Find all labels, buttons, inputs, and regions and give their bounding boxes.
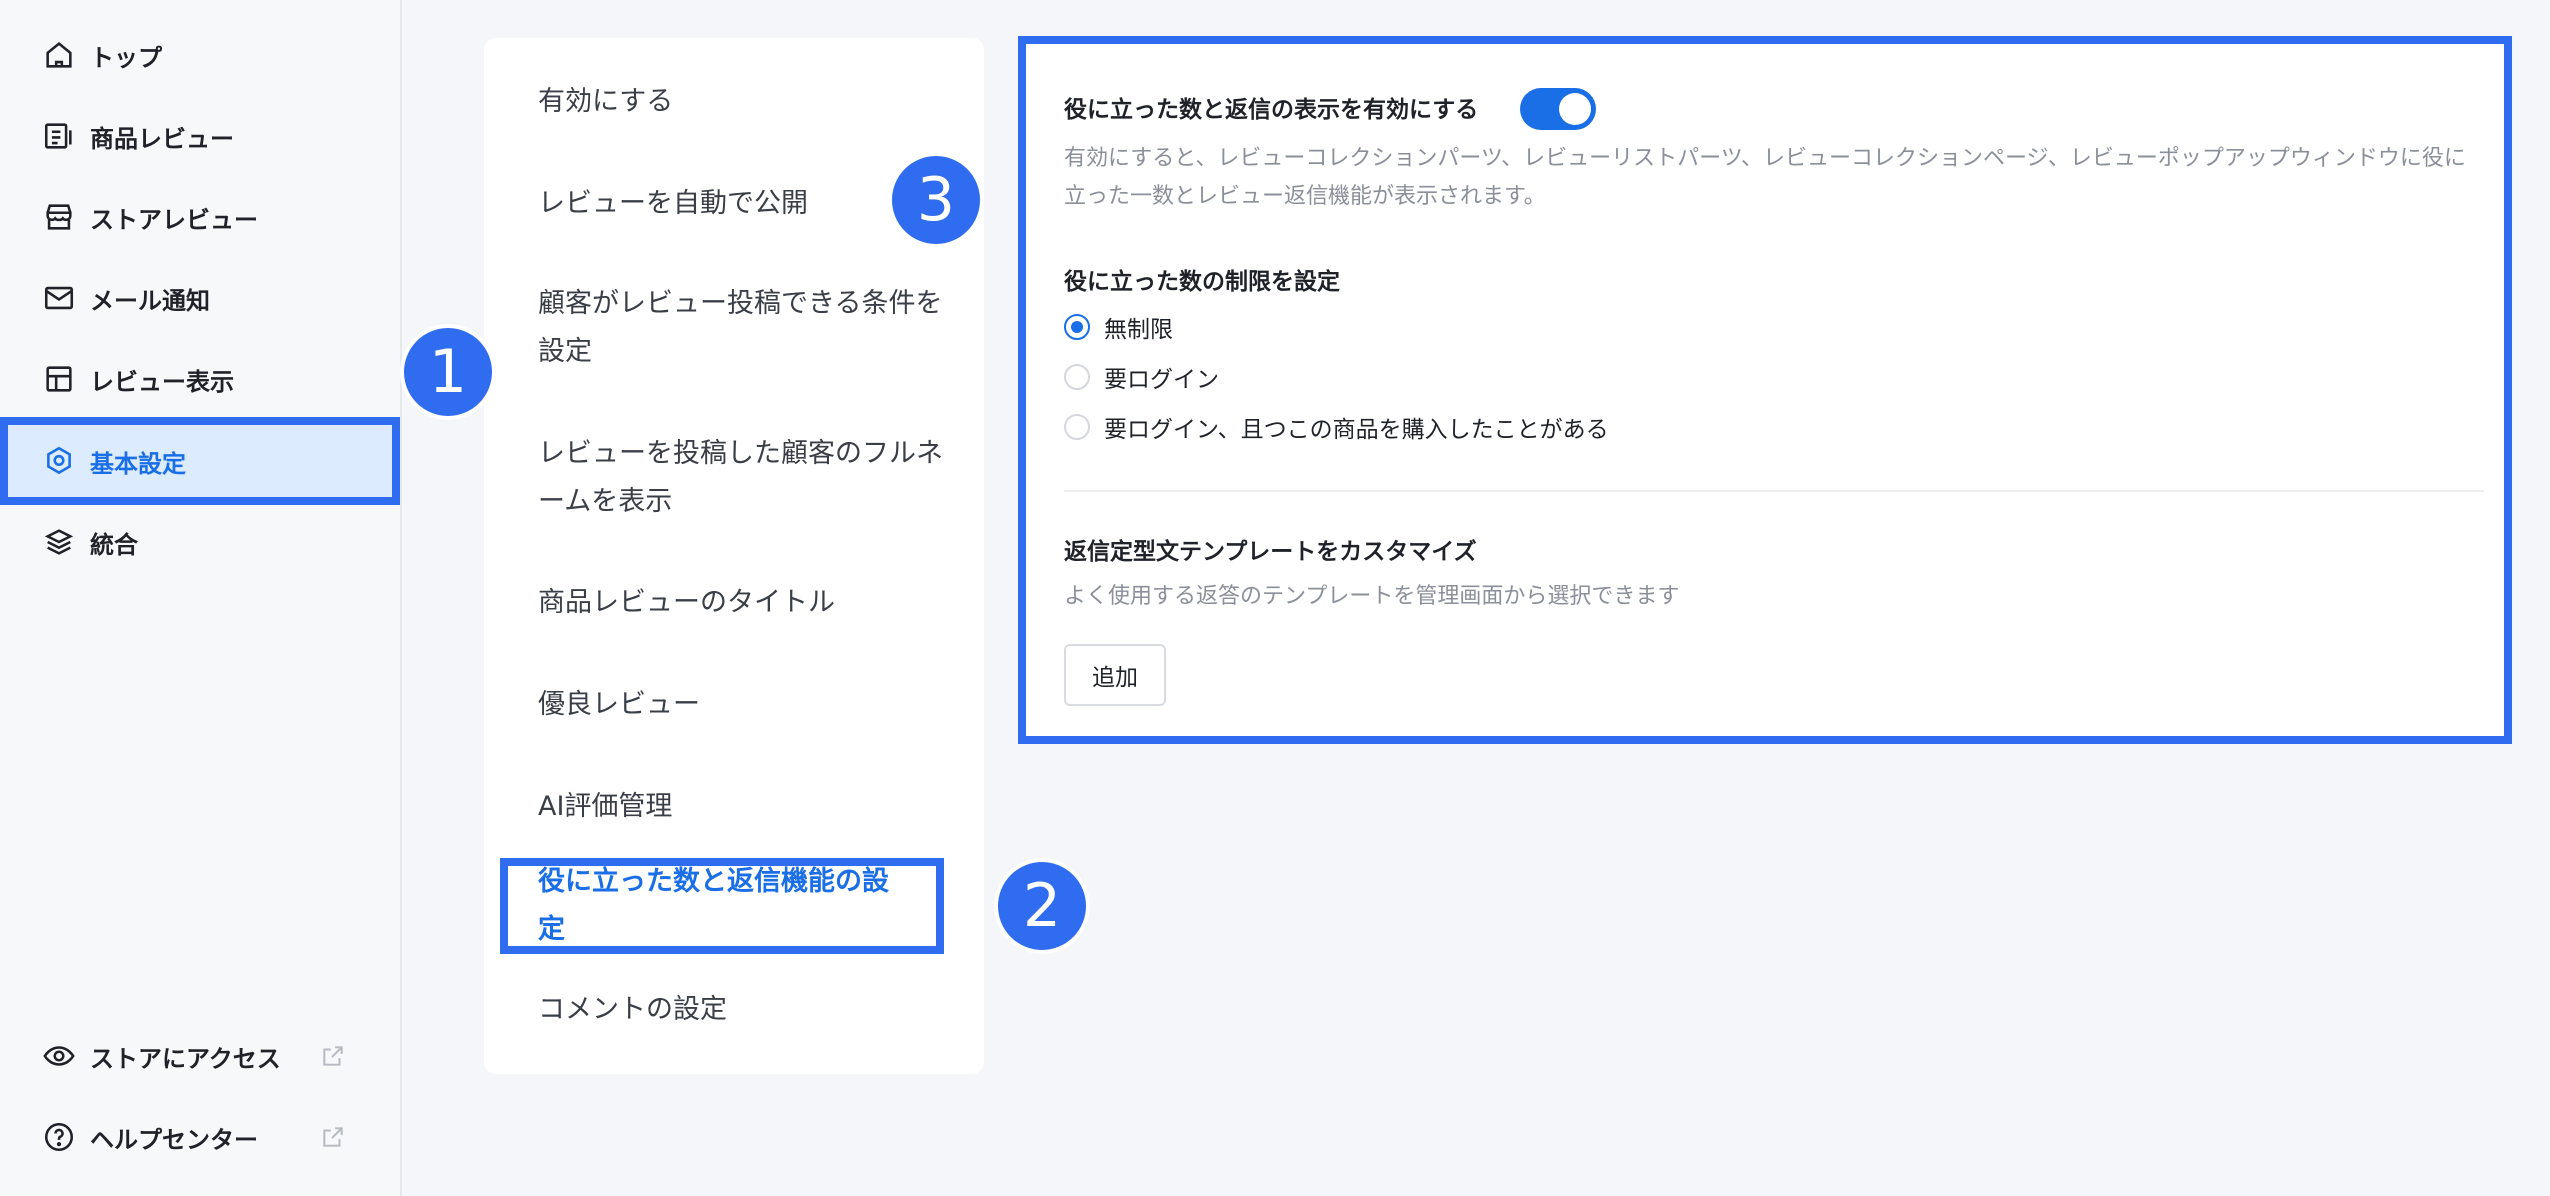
radio-button[interactable]	[1064, 364, 1090, 390]
enable-description: 有効にすると、レビューコレクションパーツ、レビューリストパーツ、レビューコレクシ…	[1064, 146, 2466, 209]
settings-icon	[47, 446, 71, 475]
template-description: よく使用する返答のテンプレートを管理画面から選択できます	[1064, 584, 1680, 609]
sidebar-item-label: ヘルプセンター	[90, 1125, 258, 1154]
radio-login-and-purchase[interactable]: 要ログイン、且つこの商品を購入したことがある	[1064, 410, 1609, 444]
menu-item-post-conditions[interactable]: 顧客がレビュー投稿できる条件を設定	[484, 280, 984, 376]
external-link-icon	[323, 1046, 343, 1066]
sidebar-item-mail[interactable]: メール通知	[0, 258, 402, 338]
radio-login-required[interactable]: 要ログイン	[1064, 360, 1219, 394]
sidebar-item-product-review[interactable]: 商品レビュー	[0, 96, 402, 176]
step-badge-3: 3	[888, 152, 984, 248]
divider	[1064, 490, 2484, 492]
sidebar-item-top[interactable]: トップ	[0, 15, 402, 95]
external-link-icon	[323, 1127, 343, 1147]
radio-unlimited[interactable]: 無制限	[1064, 310, 1173, 344]
menu-item-full-name[interactable]: レビューを投稿した顧客のフルネームを表示	[484, 430, 984, 526]
step-badge-2: 2	[994, 858, 1090, 954]
sidebar-item-review-display[interactable]: レビュー表示	[0, 339, 402, 419]
sidebar-item-label: 統合	[90, 530, 138, 559]
home-icon	[46, 42, 72, 68]
sidebar-item-label: 基本設定	[90, 449, 186, 478]
radio-label: 要ログイン、且つこの商品を購入したことがある	[1104, 417, 1609, 443]
layers-icon	[44, 529, 74, 555]
menu-item-ai-rating[interactable]: AI評価管理	[484, 783, 984, 831]
sidebar-item-integration[interactable]: 統合	[0, 502, 402, 582]
template-title: 返信定型文テンプレートをカスタマイズ	[1064, 539, 1477, 565]
radio-button[interactable]	[1064, 414, 1090, 440]
menu-item-comment-settings[interactable]: コメントの設定	[484, 986, 984, 1034]
sidebar-item-help-center[interactable]: ヘルプセンター	[0, 1097, 402, 1177]
radio-label: 無制限	[1104, 317, 1173, 343]
layout-icon	[46, 366, 72, 392]
store-icon	[46, 204, 72, 230]
enable-title: 役に立った数と返信の表示を有効にする	[1064, 97, 1479, 123]
add-template-button[interactable]: 追加	[1064, 644, 1166, 706]
product-review-icon	[44, 123, 72, 149]
step-badge-1: 1	[400, 324, 496, 420]
eye-icon	[43, 1046, 75, 1066]
radio-button[interactable]	[1064, 314, 1090, 340]
sidebar-item-label: ストアレビュー	[90, 205, 258, 234]
menu-item-excellent-review[interactable]: 優良レビュー	[484, 681, 984, 729]
mail-icon	[44, 286, 74, 310]
sidebar: トップ 商品レビュー ストアレビュー メール通知 レビュー表示 基本設定 統合 …	[0, 0, 402, 1196]
limit-title: 役に立った数の制限を設定	[1064, 269, 1340, 295]
sidebar-item-label: メール通知	[90, 286, 210, 315]
sidebar-item-label: 商品レビュー	[90, 124, 234, 153]
menu-item-review-title[interactable]: 商品レビューのタイトル	[484, 579, 984, 627]
sidebar-item-store-access[interactable]: ストアにアクセス	[0, 1016, 402, 1096]
sidebar-item-store-review[interactable]: ストアレビュー	[0, 177, 402, 257]
menu-item-enable[interactable]: 有効にする	[484, 78, 984, 126]
sidebar-item-label: レビュー表示	[90, 367, 234, 396]
radio-label: 要ログイン	[1104, 367, 1219, 393]
enable-toggle[interactable]	[1520, 88, 1596, 130]
helpful-reply-settings-panel: 役に立った数と返信の表示を有効にする 有効にすると、レビューコレクションパーツ、…	[1018, 36, 2512, 744]
sidebar-item-label: トップ	[90, 43, 162, 72]
menu-item-helpful-reply[interactable]: 役に立った数と返信機能の設定	[500, 858, 944, 954]
help-icon	[44, 1122, 74, 1152]
sidebar-item-basic-settings[interactable]: 基本設定	[0, 417, 400, 505]
sidebar-item-label: ストアにアクセス	[90, 1044, 281, 1073]
